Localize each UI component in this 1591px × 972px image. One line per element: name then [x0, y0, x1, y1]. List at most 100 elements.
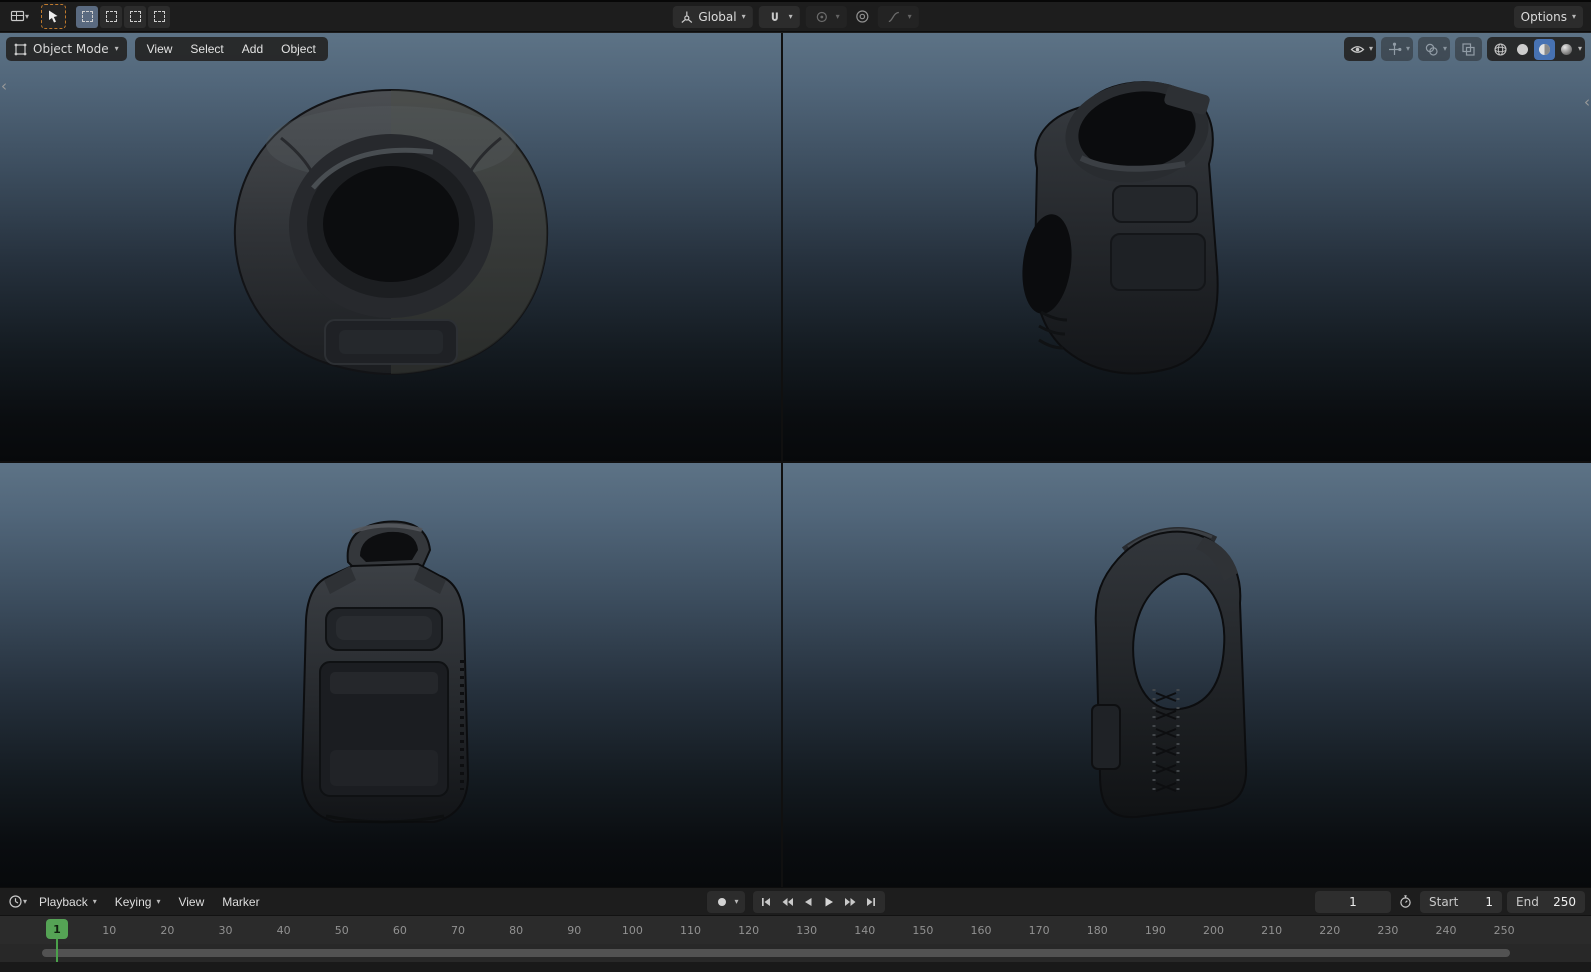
marker-menu[interactable]: Marker	[214, 891, 267, 913]
topbar: ▾ Global ▾	[0, 2, 1591, 32]
chevron-down-icon: ▾	[23, 898, 27, 906]
playhead-line	[56, 937, 58, 962]
object-visibility-dropdown[interactable]: ▾	[1344, 37, 1376, 61]
view-menu[interactable]: View	[170, 891, 212, 913]
timeline-editor: ▾ Playback ▾ Keying ▾ View Marker	[0, 887, 1591, 972]
play-reverse-icon	[802, 896, 814, 908]
wireframe-shading-button[interactable]	[1490, 39, 1511, 60]
ruler-tick: 100	[622, 916, 643, 944]
orientation-label: Global	[698, 10, 736, 24]
ruler-tick: 80	[509, 916, 523, 944]
viewport-menubar: View Select Add Object	[135, 37, 328, 61]
play-reverse-button[interactable]	[799, 893, 818, 911]
play-button[interactable]	[820, 893, 839, 911]
editor-type-dropdown[interactable]: ▾	[8, 7, 31, 26]
end-label: End	[1516, 895, 1539, 909]
tweak-tool-button[interactable]	[41, 4, 66, 29]
mode-dropdown[interactable]: Object Mode ▾	[6, 37, 127, 61]
select-mode-intersect-button[interactable]	[148, 6, 170, 28]
sidebar-toggle-arrow[interactable]: ‹	[1584, 95, 1590, 110]
ruler-tick: 110	[680, 916, 701, 944]
timeline-editor-type-dropdown[interactable]: ▾	[6, 892, 29, 911]
falloff-curve-button[interactable]	[885, 8, 903, 26]
select-mode-new-button[interactable]	[76, 6, 98, 28]
record-button[interactable]	[712, 893, 731, 911]
viewport-header: Object Mode ▾ View Select Add Object	[6, 37, 328, 61]
chevron-down-icon: ▾	[742, 13, 746, 21]
vest-perspective-view	[995, 68, 1245, 398]
overlays-dropdown[interactable]: ▾	[1418, 37, 1450, 61]
chevron-down-icon[interactable]: ▾	[734, 898, 738, 906]
transform-orientation-dropdown[interactable]: Global ▾	[672, 6, 752, 28]
start-frame-field[interactable]: Start 1	[1420, 891, 1502, 913]
window-top-edge	[0, 0, 1591, 2]
viewport-quad-front[interactable]	[0, 463, 781, 887]
end-frame-field[interactable]: End 250	[1507, 891, 1585, 913]
playback-label: Playback	[39, 895, 88, 909]
snap-target-icon	[815, 10, 829, 24]
xray-toggle[interactable]	[1455, 37, 1482, 61]
chevron-down-icon: ▾	[1369, 45, 1373, 53]
rendered-shading-button[interactable]	[1556, 39, 1577, 60]
viewport-quad-right[interactable]	[783, 463, 1591, 887]
frame-range-controls: 1 Start 1 End 250	[1315, 891, 1585, 913]
previous-keyframe-button[interactable]	[778, 893, 797, 911]
select-mode-extend-button[interactable]	[100, 6, 122, 28]
timeline-header: ▾ Playback ▾ Keying ▾ View Marker	[0, 888, 1591, 915]
chevron-down-icon: ▾	[1406, 45, 1410, 53]
menu-object[interactable]: Object	[272, 37, 325, 61]
menu-view[interactable]: View	[138, 37, 182, 61]
quad-view	[0, 33, 1591, 887]
proportional-circle-icon	[855, 9, 870, 24]
jump-to-end-button[interactable]	[862, 893, 881, 911]
menu-select[interactable]: Select	[181, 37, 232, 61]
jump-to-start-button[interactable]	[757, 893, 776, 911]
preview-range-toggle[interactable]	[1396, 892, 1415, 911]
snap-target-button[interactable]	[813, 8, 831, 26]
start-value: 1	[1485, 895, 1493, 909]
options-dropdown[interactable]: Options ▾	[1514, 6, 1583, 28]
snap-magnet-toggle[interactable]	[766, 8, 784, 26]
chevron-down-icon[interactable]: ▾	[908, 13, 912, 21]
jump-start-icon	[760, 896, 772, 908]
viewport-quad-top[interactable]	[0, 33, 781, 461]
shading-mode-group: ▾	[1487, 37, 1585, 61]
chevron-down-icon: ▾	[1572, 13, 1576, 21]
jump-end-icon	[865, 896, 877, 908]
chevron-down-icon[interactable]: ▾	[789, 13, 793, 21]
viewport-shading-controls: ▾ ▾ ▾	[1344, 37, 1585, 61]
current-frame-field[interactable]: 1	[1315, 891, 1391, 913]
ruler-tick: 140	[854, 916, 875, 944]
cursor-icon	[46, 9, 61, 24]
ruler-tick: 220	[1319, 916, 1340, 944]
playhead[interactable]: 1	[46, 919, 68, 939]
ruler-tick: 250	[1494, 916, 1515, 944]
topbar-left: ▾	[8, 4, 170, 29]
topbar-right: Options ▾	[1514, 6, 1583, 28]
vest-top-view	[221, 78, 561, 398]
timeline-tracks[interactable]	[0, 944, 1591, 962]
proportional-editing-toggle[interactable]	[853, 7, 872, 26]
snapping-group: ▾	[759, 6, 800, 28]
menu-add[interactable]: Add	[233, 37, 272, 61]
xray-icon	[1458, 39, 1479, 60]
ruler-tick: 50	[335, 916, 349, 944]
ruler-tick: 230	[1377, 916, 1398, 944]
timeline-ruler[interactable]: 1 10203040506070809010011012013014015016…	[0, 915, 1591, 944]
playback-menu[interactable]: Playback ▾	[31, 891, 105, 913]
chevron-down-icon: ▾	[1443, 45, 1447, 53]
material-preview-shading-button[interactable]	[1534, 39, 1555, 60]
next-keyframe-button[interactable]	[841, 893, 860, 911]
viewport-quad-user[interactable]	[783, 33, 1591, 461]
clock-icon	[8, 894, 23, 909]
keying-label: Keying	[115, 895, 152, 909]
chevron-down-icon[interactable]: ▾	[836, 13, 840, 21]
solid-shading-button[interactable]	[1512, 39, 1533, 60]
ruler-tick: 170	[1029, 916, 1050, 944]
timeline-horizontal-scrollbar[interactable]	[42, 949, 1510, 957]
gizmos-dropdown[interactable]: ▾	[1381, 37, 1413, 61]
ruler-tick: 160	[971, 916, 992, 944]
toolbar-toggle-arrow[interactable]: ‹	[1, 79, 7, 94]
keying-menu[interactable]: Keying ▾	[107, 891, 169, 913]
select-mode-subtract-button[interactable]	[124, 6, 146, 28]
